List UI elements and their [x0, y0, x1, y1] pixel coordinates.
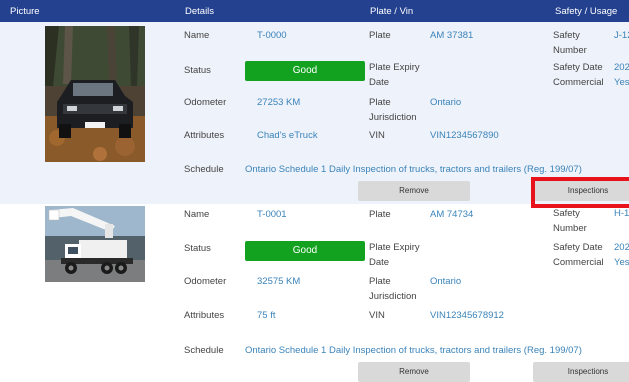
vehicle-name[interactable]: T-0001 — [257, 207, 287, 223]
safety-number-label-line2: Number — [553, 45, 587, 56]
plate-expiry-label-line2: Date — [369, 257, 390, 268]
plate-jurisdiction-label: Plate — [369, 276, 391, 287]
odometer-label: Odometer — [184, 97, 227, 108]
schedule-label: Schedule — [184, 345, 224, 356]
status-badge: Good — [245, 61, 365, 81]
schedule-value[interactable]: Ontario Schedule 1 Daily Inspection of t… — [245, 343, 582, 359]
commercial-value: Yes — [614, 257, 629, 268]
vin-label: VIN — [369, 130, 385, 141]
plate-label: Plate — [369, 209, 391, 220]
plate-expiry-label-line2: Date — [369, 77, 390, 88]
commercial-label: Commercial — [553, 257, 604, 268]
plate-expiry-label: Plate Expiry — [369, 242, 420, 253]
attributes-value: 75 ft — [257, 310, 276, 321]
name-label: Name — [184, 209, 210, 220]
vehicle-record: Name T-0001 Status Good Odometer 32575 K… — [0, 204, 629, 382]
plate-jurisdiction-value: Ontario — [430, 97, 462, 108]
safety-date-label: Safety Date — [553, 62, 603, 73]
schedule-value[interactable]: Ontario Schedule 1 Daily Inspection of t… — [245, 162, 582, 178]
column-header-plate-vin: Plate / Vin — [370, 6, 414, 17]
vehicle-name[interactable]: T-0000 — [257, 28, 287, 44]
safety-number-label: Safety — [553, 30, 580, 41]
safety-date-value: 202 — [614, 62, 629, 73]
odometer-value: 32575 KM — [257, 276, 301, 287]
commercial-label: Commercial — [553, 77, 604, 88]
vin-label: VIN — [369, 310, 385, 321]
commercial-value: Yes — [614, 77, 629, 88]
name-label: Name — [184, 30, 210, 41]
safety-number-value: H-1 — [614, 208, 629, 219]
plate-expiry-label: Plate Expiry — [369, 62, 420, 73]
column-header-picture: Picture — [10, 6, 40, 17]
safety-number-label-line2: Number — [553, 223, 587, 234]
inspections-button[interactable]: Inspections — [533, 362, 629, 382]
attributes-label: Attributes — [184, 310, 225, 321]
vehicle-photo-pickup-truck[interactable] — [45, 26, 145, 162]
column-header-safety-usage: Safety / Usage — [555, 6, 618, 17]
attributes-label: Attributes — [184, 130, 225, 141]
status-badge: Good — [245, 241, 365, 261]
plate-jurisdiction-label-line2: Jurisdiction — [369, 291, 417, 302]
remove-button[interactable]: Remove — [358, 362, 470, 382]
safety-date-label: Safety Date — [553, 242, 603, 253]
vin-value: VIN1234567890 — [430, 130, 499, 141]
plate-label: Plate — [369, 30, 391, 41]
highlight-box — [531, 177, 629, 208]
column-header-details: Details — [185, 6, 215, 17]
safety-number-value: J-12 — [614, 30, 629, 41]
remove-button[interactable]: Remove — [358, 181, 470, 201]
safety-number-label: Safety — [553, 208, 580, 219]
plate-jurisdiction-value: Ontario — [430, 276, 462, 287]
attributes-value: Chad's eTruck — [257, 130, 318, 141]
status-label: Status — [184, 243, 211, 254]
table-header: Picture Details Plate / Vin Safety / Usa… — [0, 0, 629, 22]
schedule-label: Schedule — [184, 164, 224, 175]
plate-value: AM 37381 — [430, 30, 474, 41]
odometer-value: 27253 KM — [257, 97, 301, 108]
odometer-label: Odometer — [184, 276, 227, 287]
vehicle-photo-bucket-truck[interactable] — [45, 206, 145, 282]
safety-date-value: 202 — [614, 242, 629, 253]
status-label: Status — [184, 65, 211, 76]
plate-jurisdiction-label-line2: Jurisdiction — [369, 112, 417, 123]
vin-value: VIN12345678912 — [430, 310, 504, 321]
plate-value: AM 74734 — [430, 209, 474, 220]
plate-jurisdiction-label: Plate — [369, 97, 391, 108]
